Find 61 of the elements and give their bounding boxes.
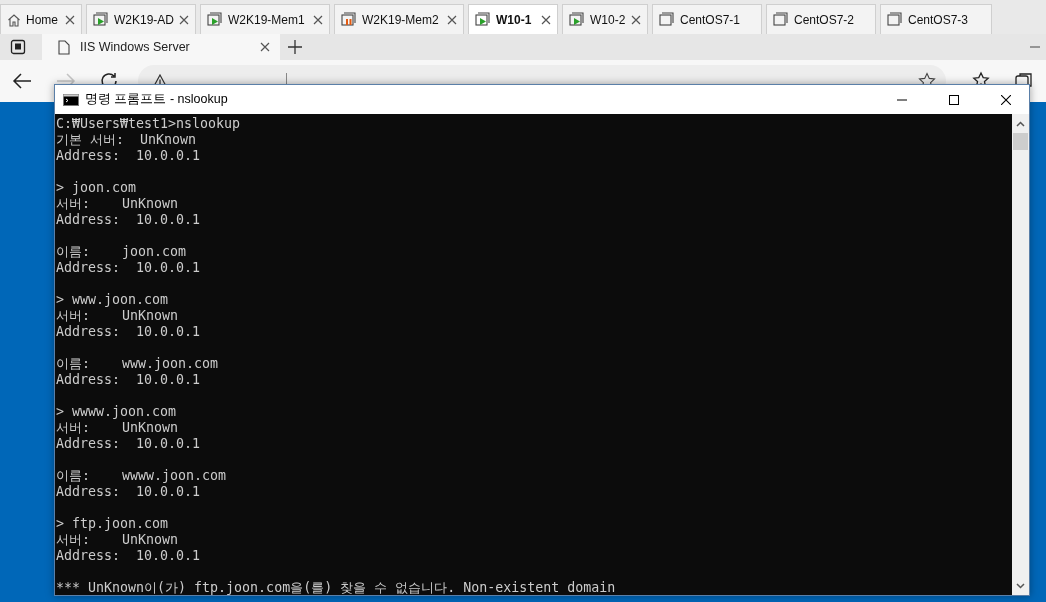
scrollbar-thumb[interactable]	[1013, 133, 1028, 150]
console-line: > ftp.joon.com	[56, 516, 170, 532]
vm-tab[interactable]: W2K19-Mem2	[334, 4, 464, 34]
vm-tab[interactable]: W10-2	[562, 4, 648, 34]
close-icon[interactable]	[65, 14, 75, 25]
close-icon[interactable]	[631, 14, 641, 25]
console-line: > wwww.joon.com	[56, 404, 178, 420]
console-line: Address: 10.0.0.1	[56, 548, 202, 564]
console-line: 서버: UnKnown	[56, 308, 180, 324]
console-line: Address: 10.0.0.1	[56, 436, 202, 452]
close-icon[interactable]	[313, 14, 323, 25]
vm-pause-icon	[341, 12, 357, 27]
console-line: 서버: UnKnown	[56, 532, 180, 548]
vm-play-icon	[207, 12, 223, 27]
vm-tab[interactable]: W2K19-AD	[86, 4, 196, 34]
vm-window-icon	[887, 12, 903, 27]
console-line: Address: 10.0.0.1	[56, 212, 202, 228]
new-tab-icon[interactable]	[288, 40, 302, 54]
vm-tab[interactable]: Home	[0, 4, 82, 34]
vm-play-icon	[475, 12, 491, 27]
close-icon[interactable]	[447, 14, 457, 25]
console-line: Address: 10.0.0.1	[56, 260, 202, 276]
console-line: > www.joon.com	[56, 292, 170, 308]
console-line: 서버: UnKnown	[56, 196, 180, 212]
vm-tab[interactable]: W2K19-Mem1	[200, 4, 330, 34]
scroll-down-icon[interactable]	[1016, 583, 1025, 589]
console-line: 이름: wwww.joon.com	[56, 468, 228, 484]
console-line: Address: 10.0.0.1	[56, 372, 202, 388]
console-line: Address: 10.0.0.1	[56, 324, 202, 340]
tab-title: IIS Windows Server	[80, 40, 191, 54]
console-line: Address: 10.0.0.1	[56, 484, 202, 500]
scrollbar[interactable]	[1012, 114, 1029, 595]
vm-tab[interactable]: CentOS7-3	[880, 4, 992, 34]
tab-actions-icon[interactable]	[10, 39, 26, 55]
vm-play-icon	[93, 12, 109, 27]
vm-tab[interactable]: CentOS7-1	[652, 4, 762, 34]
vm-tab[interactable]: CentOS7-2	[766, 4, 876, 34]
browser-tab[interactable]: IIS Windows Server	[42, 34, 280, 60]
console-line: 이름: joon.com	[56, 244, 188, 260]
vm-tab[interactable]: W10-1	[468, 4, 558, 34]
close-icon[interactable]	[541, 14, 551, 25]
window-title: 명령 프롬프트 - nslookup	[85, 91, 229, 108]
vm-play-icon	[569, 12, 585, 27]
console-line: C:₩Users₩test1>nslookup	[56, 116, 242, 132]
console-line: 서버: UnKnown	[56, 420, 180, 436]
home-icon	[7, 12, 21, 27]
close-icon[interactable]	[179, 14, 189, 25]
console-line: 이름: www.joon.com	[56, 356, 220, 372]
scroll-up-icon[interactable]	[1016, 121, 1025, 127]
close-icon[interactable]	[1001, 94, 1011, 105]
console-line: 기본 서버: UnKnown	[56, 132, 198, 148]
page-icon	[58, 39, 70, 55]
close-icon[interactable]	[260, 42, 270, 52]
console-line: *** UnKnown이(가) ftp.joon.com을(를) 찾을 수 없습니다. Non-existent domain	[56, 580, 617, 595]
back-icon[interactable]	[12, 72, 32, 90]
console-line: > joon.com	[56, 180, 138, 196]
vm-window-icon	[773, 12, 789, 27]
maximize-icon[interactable]	[949, 94, 959, 105]
console-line: Address: 10.0.0.1	[56, 148, 202, 164]
vm-window-icon	[659, 12, 675, 27]
console-icon	[63, 93, 79, 106]
